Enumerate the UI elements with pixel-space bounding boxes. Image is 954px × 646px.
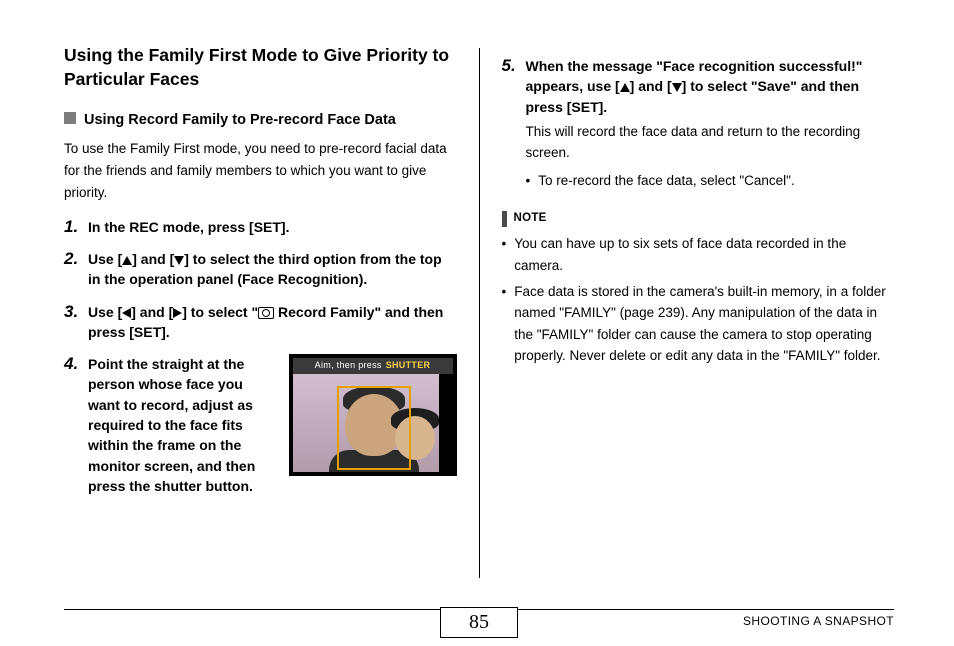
step-number: 1. (64, 217, 82, 237)
note-label: NOTE (514, 210, 547, 228)
page-body: Using the Family First Mode to Give Prio… (0, 0, 954, 560)
camera-preview-image: Aim, then press SHUTTER (289, 354, 457, 476)
step-text: In the REC mode, press [SET]. (88, 217, 457, 237)
subsection-title: Using Record Family to Pre-record Face D… (84, 109, 396, 131)
footer-section-label: SHOOTING A SNAPSHOT (743, 614, 894, 628)
step-2: 2. Use [] and [] to select the third opt… (64, 249, 457, 290)
step-text: When the message "Face recognition succe… (526, 56, 895, 117)
preview-instruction-bar: Aim, then press SHUTTER (293, 358, 453, 374)
step-subtext: This will record the face data and retur… (526, 121, 895, 164)
steps-list-continued: 5. When the message "Face recognition su… (502, 56, 895, 192)
square-bullet-icon (64, 112, 76, 124)
shutter-highlight: SHUTTER (386, 359, 431, 373)
note-heading: NOTE (502, 210, 895, 228)
page-footer: 85 SHOOTING A SNAPSHOT (64, 609, 894, 628)
up-arrow-icon (620, 83, 630, 92)
preview-sidebar (439, 374, 453, 472)
intro-paragraph: To use the Family First mode, you need t… (64, 138, 457, 205)
step-number: 3. (64, 302, 82, 343)
step-3: 3. Use [] and [] to select " Record Fami… (64, 302, 457, 343)
bullet-item: To re-record the face data, select "Canc… (526, 170, 895, 192)
section-title: Using the Family First Mode to Give Prio… (64, 44, 457, 91)
note-list: You can have up to six sets of face data… (502, 233, 895, 367)
up-arrow-icon (122, 256, 132, 265)
steps-list: 1. In the REC mode, press [SET]. 2. Use … (64, 217, 457, 497)
face-detect-frame-icon (337, 386, 411, 470)
down-arrow-icon (672, 83, 682, 92)
right-column: 5. When the message "Face recognition su… (480, 44, 895, 560)
step-bullets: To re-record the face data, select "Canc… (526, 170, 895, 192)
step-4: 4. Point the straight at the person whos… (64, 354, 457, 496)
step-number: 5. (502, 56, 520, 192)
note-bar-icon (502, 211, 507, 227)
subsection-heading: Using Record Family to Pre-record Face D… (64, 109, 457, 131)
note-item: Face data is stored in the camera's buil… (502, 281, 895, 367)
left-arrow-icon (122, 308, 131, 318)
right-arrow-icon (173, 308, 182, 318)
step-text: Use [] and [] to select the third option… (88, 249, 457, 290)
step-text: Use [] and [] to select " Record Family"… (88, 302, 457, 343)
left-column: Using the Family First Mode to Give Prio… (64, 44, 479, 560)
step-number: 4. (64, 354, 82, 496)
step-5: 5. When the message "Face recognition su… (502, 56, 895, 192)
step-1: 1. In the REC mode, press [SET]. (64, 217, 457, 237)
step-number: 2. (64, 249, 82, 290)
page-number: 85 (440, 607, 518, 638)
step-text: Point the straight at the person whose f… (88, 354, 277, 496)
down-arrow-icon (174, 256, 184, 265)
camera-icon (258, 307, 274, 319)
note-item: You can have up to six sets of face data… (502, 233, 895, 276)
